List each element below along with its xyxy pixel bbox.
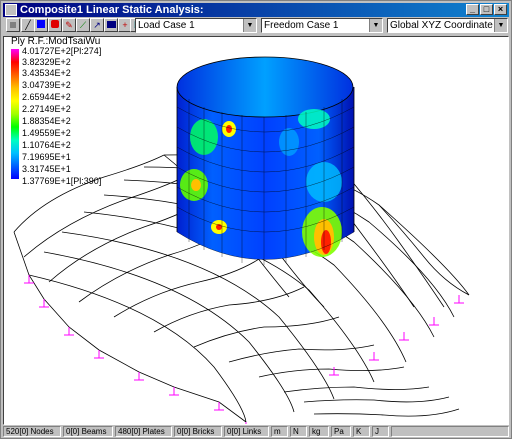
status-plates: 480[0] Plates: [115, 426, 172, 437]
coordinate-system-value: Global XYZ Coordinate Syste: [390, 20, 508, 31]
status-nodes: 520[0] Nodes: [3, 426, 61, 437]
freedom-case-select[interactable]: Freedom Case 1 ▼: [261, 18, 383, 33]
minimize-button[interactable]: _: [466, 4, 479, 15]
line-color-tool-icon[interactable]: ╱: [21, 18, 35, 32]
legend-value: 4.01727E+2[Pl:274]: [22, 46, 102, 56]
legend-color-bar: [11, 49, 19, 179]
cylinder-contour: [176, 56, 355, 265]
pointer-icon[interactable]: ↗: [90, 18, 104, 32]
legend-value: 7.19695E+1: [22, 152, 71, 162]
contour-color-icon[interactable]: [48, 18, 62, 32]
legend-value: 3.31745E+1: [22, 164, 71, 174]
legend-value: 1.88354E+2: [22, 116, 71, 126]
chevron-down-icon[interactable]: ▼: [494, 19, 507, 32]
load-case-value: Load Case 1: [138, 20, 195, 31]
model-viewport[interactable]: Ply R.F.:ModTsaiWu 4.01727E+2[Pl:274] 3.…: [3, 36, 509, 425]
legend-value: 2.65944E+2: [22, 92, 71, 102]
chevron-down-icon[interactable]: ▼: [243, 19, 256, 32]
legend-value: 1.10764E+2: [22, 140, 71, 150]
legend-value: 2.27149E+2: [22, 104, 71, 114]
graph-icon[interactable]: ⟋: [76, 18, 90, 32]
unit-mass[interactable]: kg: [309, 426, 329, 437]
chevron-down-icon[interactable]: ▼: [369, 19, 382, 32]
freedom-case-value: Freedom Case 1: [264, 20, 339, 31]
edit-pen-icon[interactable]: ✎: [62, 18, 76, 32]
unit-force[interactable]: N: [290, 426, 307, 437]
contour-fill-icon[interactable]: [34, 18, 48, 32]
close-button[interactable]: ×: [494, 4, 507, 15]
load-case-select[interactable]: Load Case 1 ▼: [135, 18, 257, 33]
application-window: Composite1 Linear Static Analysis: _ □ ×…: [0, 0, 512, 439]
status-bricks: 0[0] Bricks: [174, 426, 222, 437]
unit-energy[interactable]: J: [372, 426, 389, 437]
legend-value: 1.37769E+1[Pl:390]: [22, 176, 102, 186]
title-bar[interactable]: Composite1 Linear Static Analysis: _ □ ×: [3, 3, 509, 17]
export-icon[interactable]: [104, 18, 118, 32]
legend-value: 3.04739E+2: [22, 80, 71, 90]
coordinate-system-select[interactable]: Global XYZ Coordinate Syste ▼: [387, 18, 508, 33]
status-links: 0[0] Links: [224, 426, 269, 437]
window-icon[interactable]: [5, 4, 17, 16]
unit-length[interactable]: m: [271, 426, 288, 437]
toolbar: ╱ ✎ ⟋ ↗ + ⌸ Load Case 1 ▼ Freedom Case 1…: [3, 18, 509, 35]
unit-temperature[interactable]: K: [353, 426, 370, 437]
select-tool-icon[interactable]: [6, 18, 20, 32]
status-empty-pane: [391, 426, 509, 437]
legend-value: 1.49559E+2: [22, 128, 71, 138]
status-bar: 520[0] Nodes 0[0] Beams 480[0] Plates 0[…: [3, 426, 509, 437]
unit-pressure[interactable]: Pa: [331, 426, 351, 437]
status-beams: 0[0] Beams: [63, 426, 113, 437]
legend-value: 3.82329E+2: [22, 57, 71, 67]
maximize-button[interactable]: □: [480, 4, 493, 15]
window-title: Composite1 Linear Static Analysis:: [20, 4, 204, 16]
model-render: [13, 56, 470, 424]
legend-value: 3.43534E+2: [22, 68, 71, 78]
